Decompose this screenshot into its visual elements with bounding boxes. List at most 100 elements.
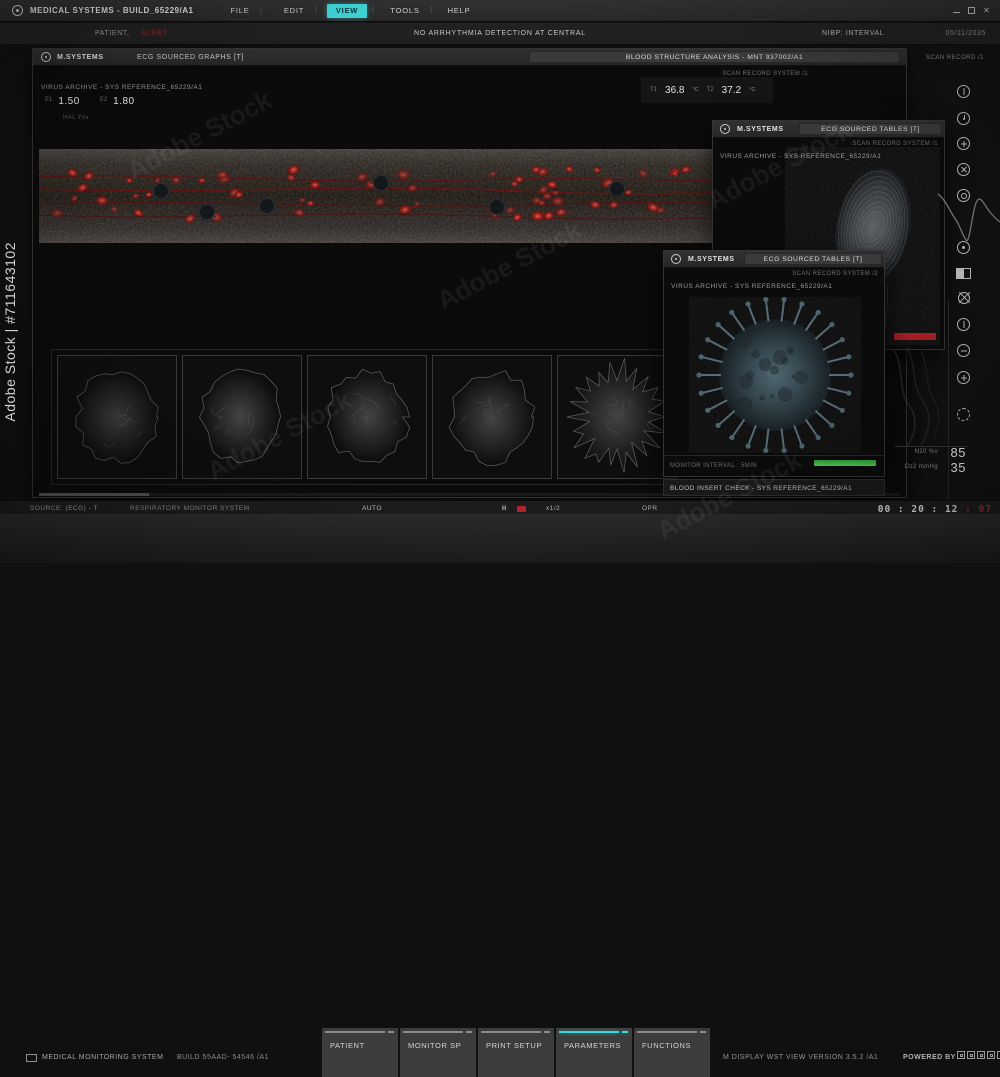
- stock-watermark-vertical: Adobe Stock | #711643102: [2, 242, 18, 422]
- menu-file[interactable]: FILE: [222, 4, 258, 18]
- record-ring-icon[interactable]: [957, 189, 970, 202]
- n2o-value: 85: [951, 445, 966, 460]
- close-circle-icon[interactable]: [957, 163, 970, 176]
- split-view-icon[interactable]: [956, 268, 971, 279]
- tables-window-back-titlebar[interactable]: M.SYSTEMS ECG SOURCED TABLES [T]: [713, 121, 944, 138]
- cell-thumbnail[interactable]: [182, 355, 302, 479]
- menu-divider: |: [430, 5, 432, 14]
- e1-label: E1: [45, 97, 52, 103]
- window-tab-title: ECG SOURCED TABLES [T]: [799, 123, 942, 135]
- window-tab-title: ECG SOURCED TABLES [T]: [744, 253, 882, 265]
- menu-divider: |: [315, 5, 317, 14]
- temperature-panel: T1 36.8 °C T2 37.2 °C: [641, 77, 773, 103]
- target-dot-icon[interactable]: [957, 241, 970, 254]
- menu-view[interactable]: VIEW: [327, 4, 367, 18]
- tab-patient[interactable]: PATIENT: [322, 1028, 398, 1077]
- archive-title: VIRUS ARCHIVE - SYS REFERENCE_65229/A1: [671, 283, 832, 290]
- e2-label: E2: [100, 97, 107, 103]
- graphs-window-titlebar[interactable]: M.SYSTEMS ECG SOURCED GRAPHS [T] BLOOD S…: [33, 49, 906, 66]
- tab-parameters[interactable]: PARAMETERS: [556, 1028, 632, 1077]
- system-label: RESPIRATORY MONITOR SYSTEM: [130, 505, 250, 512]
- bottom-bar: MEDICAL MONITORING SYSTEM BUILD 55AAD- 5…: [0, 514, 1000, 563]
- contrast-icon[interactable]: [957, 318, 970, 331]
- t2-value: 37.2: [722, 85, 741, 96]
- segment-circle-icon[interactable]: [957, 408, 970, 421]
- eye-icon: [41, 52, 51, 62]
- scrollbar-thumb[interactable]: [39, 493, 149, 496]
- tab-functions[interactable]: FUNCTIONS: [634, 1028, 710, 1077]
- scan-record-system-label: SCAN RECORD SYSTEM /2: [792, 271, 878, 277]
- co2-label: Co2 mmHg: [904, 464, 938, 470]
- cell-thumbnail[interactable]: [557, 355, 677, 479]
- tables-window-front-titlebar[interactable]: M.SYSTEMS ECG SOURCED TABLES [T]: [664, 251, 884, 268]
- app-title: MEDICAL SYSTEMS - BUILD_65229/A1: [30, 6, 193, 15]
- minus-circle-icon[interactable]: [957, 344, 970, 357]
- cell-thumbnail[interactable]: [57, 355, 177, 479]
- menu-tools[interactable]: TOOLS: [384, 4, 426, 18]
- alert-progress-bar: [894, 333, 936, 340]
- cell-image: [183, 356, 301, 478]
- blood-insert-check-bar: BLOOD INSERT CHECK - SYS REFERENCE_65229…: [663, 479, 885, 496]
- cell-thumbnail[interactable]: [307, 355, 427, 479]
- plus-circle-icon[interactable]: [957, 371, 970, 384]
- close-icon[interactable]: ✕: [981, 5, 992, 16]
- menu-divider: |: [372, 5, 374, 14]
- window-system-label: M.SYSTEMS: [688, 256, 735, 263]
- divider: [664, 455, 884, 456]
- tab-print-setup[interactable]: PRINT SETUP: [478, 1028, 554, 1077]
- scan-record-label: SCAN RECORD /1: [926, 55, 984, 61]
- zoom-in-icon[interactable]: [957, 137, 970, 150]
- t1-label: T1: [650, 87, 657, 93]
- cell-image: [558, 356, 676, 478]
- window-system-label: M.SYSTEMS: [57, 54, 104, 61]
- hal-label: HAL Yxv: [63, 115, 89, 121]
- organism-tail-image: [885, 345, 943, 449]
- window-tab-title: ECG SOURCED GRAPHS [T]: [137, 54, 244, 61]
- minimize-icon[interactable]: [951, 5, 962, 16]
- interval-progress-bar: [814, 460, 876, 466]
- e-readouts: E1 1.50 E2 1.80: [45, 96, 135, 107]
- bottom-tabs: PATIENT MONITOR SP PRINT SETUP PARAMETER…: [322, 1028, 710, 1077]
- e1-value: 1.50: [58, 96, 79, 107]
- menu-help[interactable]: HELP: [440, 4, 478, 18]
- menu-divider: |: [260, 5, 262, 14]
- opr-button[interactable]: OPR: [642, 505, 658, 512]
- archive-title: VIRUS ARCHIVE - SYS REFERENCE_65229/A1: [41, 84, 202, 91]
- version-label: M DISPLAY WST VIEW VERSION 3.5.2 /A1: [723, 1054, 878, 1061]
- cell-thumbnails: [57, 355, 677, 479]
- cell-image: [58, 356, 176, 478]
- monitor-icon: [26, 1054, 37, 1062]
- playback-speed[interactable]: x1/2: [546, 505, 560, 512]
- analysis-title: BLOOD STRUCTURE ANALYSIS - MNT 937002/A1: [529, 51, 900, 63]
- auto-toggle[interactable]: AUTO: [362, 505, 382, 512]
- pause-button[interactable]: II: [502, 505, 507, 512]
- record-button[interactable]: [517, 506, 526, 512]
- system-date: 05/11/2035: [945, 30, 986, 37]
- tab-monitor-sp[interactable]: MONITOR SP: [400, 1028, 476, 1077]
- co2-value: 35: [951, 460, 966, 475]
- blood-insert-check-label: BLOOD INSERT CHECK - SYS REFERENCE_65229…: [670, 485, 852, 492]
- cell-image: [433, 356, 551, 478]
- menu-edit[interactable]: EDIT: [276, 4, 312, 18]
- contrast-icon[interactable]: [957, 85, 970, 98]
- t1-unit: °C: [692, 87, 698, 93]
- t1-value: 36.8: [665, 85, 684, 96]
- e2-value: 1.80: [113, 96, 134, 107]
- maximize-icon[interactable]: [966, 5, 977, 16]
- info-bar: PATIENT, ALERT NO ARRHYTHMIA DETECTION A…: [0, 23, 1000, 45]
- monitor-interval-label: MONITOR INTERVAL : 5MIN: [670, 463, 757, 469]
- cell-thumbnail[interactable]: [432, 355, 552, 479]
- n2o-label: N20 %v: [915, 449, 938, 455]
- t2-unit: °C: [749, 87, 755, 93]
- history-icon[interactable]: [957, 112, 970, 125]
- nibp-status: NIBP: INTERVAL: [822, 30, 884, 37]
- eye-icon: [12, 5, 23, 16]
- t2-label: T2: [707, 87, 714, 93]
- cell-image: [308, 356, 426, 478]
- app-titlebar: MEDICAL SYSTEMS - BUILD_65229/A1 FILE | …: [0, 0, 1000, 22]
- window-system-label: M.SYSTEMS: [737, 126, 784, 133]
- screen: MEDICAL SYSTEMS - BUILD_65229/A1 FILE | …: [0, 0, 1000, 563]
- signal-blocked-icon[interactable]: [956, 290, 971, 305]
- powered-by-label: POWERED BY: [903, 1054, 956, 1061]
- virus-image: [689, 297, 861, 453]
